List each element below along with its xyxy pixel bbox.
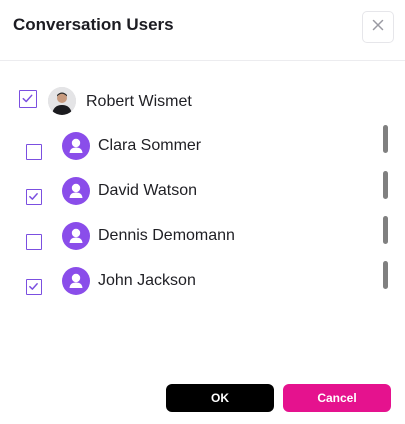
user-checkbox[interactable] — [26, 279, 42, 295]
user-checkbox[interactable] — [26, 189, 42, 205]
user-icon — [69, 138, 83, 153]
owner-name: Robert Wismet — [86, 93, 192, 110]
checkmark-icon — [29, 193, 38, 200]
user-avatar — [62, 222, 90, 250]
user-icon — [69, 228, 83, 243]
close-icon — [372, 18, 384, 36]
dialog-header: Conversation Users — [0, 0, 405, 61]
dialog-title: Conversation Users — [13, 15, 174, 34]
user-name: Dennis Demomann — [98, 227, 235, 244]
user-name: Clara Sommer — [98, 137, 202, 154]
user-checkbox[interactable] — [26, 144, 42, 160]
user-checkbox[interactable] — [26, 234, 42, 250]
user-icon — [69, 273, 83, 288]
checkmark-icon — [22, 94, 33, 103]
user-avatar — [62, 177, 90, 205]
owner-avatar — [48, 87, 76, 115]
cancel-button[interactable]: Cancel — [283, 384, 391, 412]
user-name: John Jackson — [98, 272, 196, 289]
user-row: David Watson — [0, 171, 405, 209]
user-row: Clara Sommer — [0, 125, 405, 164]
scroll-handle[interactable] — [383, 261, 388, 289]
checkmark-icon — [29, 283, 38, 290]
user-icon — [69, 183, 83, 198]
conversation-users-dialog: Conversation Users Robert Wismet Clara S… — [0, 0, 405, 424]
person-photo — [48, 87, 76, 115]
user-row: John Jackson — [0, 261, 405, 299]
user-avatar — [62, 132, 90, 160]
owner-checkbox[interactable] — [19, 90, 37, 108]
scroll-handle[interactable] — [383, 171, 388, 199]
scroll-handle[interactable] — [383, 216, 388, 244]
close-button[interactable] — [362, 11, 394, 43]
user-name: David Watson — [98, 182, 197, 199]
owner-row: Robert Wismet — [0, 83, 405, 119]
user-avatar — [62, 267, 90, 295]
scroll-handle[interactable] — [383, 125, 388, 153]
user-row: Dennis Demomann — [0, 216, 405, 254]
ok-button[interactable]: OK — [166, 384, 274, 412]
